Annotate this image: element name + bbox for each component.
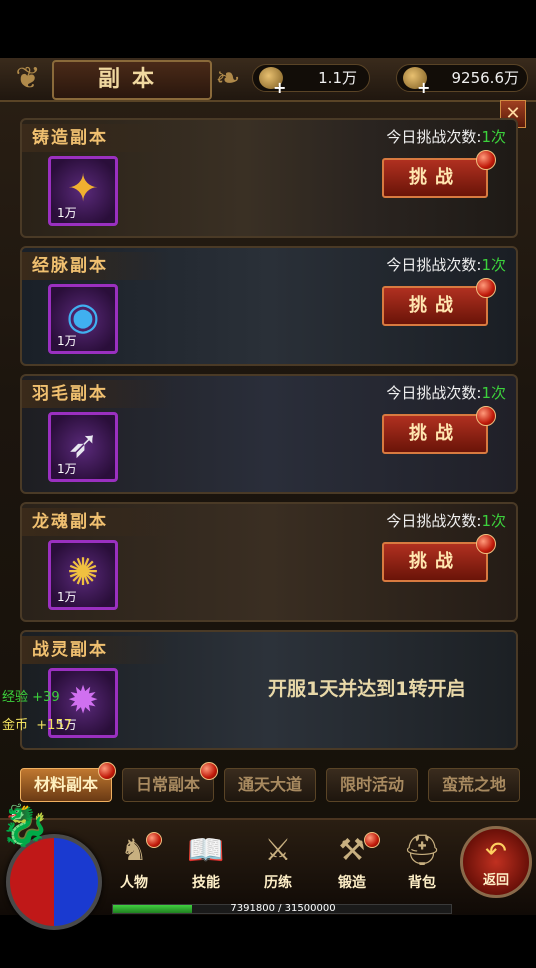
count-label: 今日挑战次数:: [386, 256, 482, 274]
exp-text: 7391800 / 31500000: [230, 903, 336, 914]
nav-character-button[interactable]: ♞ 人物: [104, 832, 164, 892]
nav-label: 历练: [264, 875, 292, 891]
count-label: 今日挑战次数:: [386, 128, 482, 146]
currency-coins[interactable]: + 1.1万: [252, 64, 370, 97]
challenge-count: 今日挑战次数:1次: [386, 382, 506, 403]
challenge-count: 今日挑战次数:1次: [386, 126, 506, 147]
backpack-icon: ⛑: [402, 833, 442, 868]
dungeon-card-war-spirit: 战灵副本 ✹ 1万 开服1天并达到1转开启: [20, 630, 518, 750]
dungeon-card-dragon-soul: 龙魂副本 ✺ 1万 今日挑战次数:1次 挑战: [20, 502, 518, 622]
ornament-left-icon: ❦: [15, 61, 41, 96]
tab-sky-road[interactable]: 通天大道: [224, 768, 316, 802]
notification-dot-icon: [146, 832, 162, 848]
item-qty: 1万: [57, 206, 77, 220]
notification-dot-icon: [476, 406, 496, 426]
tab-wilderness[interactable]: 蛮荒之地: [428, 768, 520, 802]
dungeon-card-casting: 铸造副本 ✦ 1万 今日挑战次数:1次 挑战: [20, 118, 518, 238]
challenge-button[interactable]: 挑战: [382, 158, 488, 198]
item-qty: 1万: [57, 590, 77, 604]
dungeon-card-meridian: 经脉副本 ◉ 1万 今日挑战次数:1次 挑战: [20, 246, 518, 366]
notification-dot-icon: [98, 762, 116, 780]
count-value: 1次: [481, 256, 506, 274]
challenge-button[interactable]: 挑战: [382, 286, 488, 326]
category-tabs: 材料副本 日常副本 通天大道 限时活动 蛮荒之地: [20, 762, 520, 804]
dungeon-name: 铸造副本: [22, 124, 172, 152]
notification-dot-icon: [364, 832, 380, 848]
dungeon-name: 龙魂副本: [22, 508, 172, 536]
exp-reward: 经验 +39: [2, 686, 60, 705]
reward-item[interactable]: ✦ 1万: [48, 156, 118, 226]
notification-dot-icon: [200, 762, 218, 780]
back-arrow-icon: ↶: [485, 837, 507, 867]
dungeon-name: 经脉副本: [22, 252, 172, 280]
nav-backpack-button[interactable]: ⛑ 背包: [392, 832, 452, 892]
reward-value: +157: [36, 718, 72, 733]
count-value: 1次: [481, 128, 506, 146]
page-title: 副本: [52, 60, 212, 100]
add-coins-icon[interactable]: +: [273, 75, 286, 101]
exp-bar: 7391800 / 31500000: [112, 903, 452, 914]
nav-forge-button[interactable]: ⚒ 锻造: [322, 832, 382, 892]
reward-item[interactable]: ◉ 1万: [48, 284, 118, 354]
item-qty: 1万: [57, 334, 77, 348]
bottom-bar: 🐉 ♞ 人物 📖 技能 ⚔ 历练 ⚒ 锻造 ⛑ 背包 ↶ 返回 7391800 …: [0, 806, 536, 930]
gold-value: 9256.6万: [451, 69, 520, 87]
back-label: 返回: [482, 873, 509, 888]
count-label: 今日挑战次数:: [386, 384, 482, 402]
count-label: 今日挑战次数:: [386, 512, 482, 530]
reward-label: 金币: [2, 718, 29, 733]
dungeon-card-feather: 羽毛副本 ➶ 1万 今日挑战次数:1次 挑战: [20, 374, 518, 494]
notification-dot-icon: [476, 278, 496, 298]
dungeon-list: 铸造副本 ✦ 1万 今日挑战次数:1次 挑战 经脉副本 ◉ 1万 今日挑战次数:…: [20, 118, 520, 758]
coins-value: 1.1万: [318, 69, 357, 87]
count-value: 1次: [481, 512, 506, 530]
reward-item[interactable]: ✺ 1万: [48, 540, 118, 610]
nav-skills-button[interactable]: 📖 技能: [176, 832, 236, 892]
ornament-right-icon: ❧: [215, 61, 241, 96]
dungeon-name: 战灵副本: [22, 636, 172, 664]
challenge-count: 今日挑战次数:1次: [386, 254, 506, 275]
nav-label: 技能: [192, 875, 220, 891]
nav-training-button[interactable]: ⚔ 历练: [248, 832, 308, 892]
add-gold-icon[interactable]: +: [417, 75, 430, 101]
count-value: 1次: [481, 384, 506, 402]
header: ❦ 副本 ❧ + 1.1万 + 9256.6万: [0, 58, 536, 102]
nav-label: 人物: [120, 875, 148, 891]
training-icon: ⚔: [264, 833, 292, 868]
back-button[interactable]: ↶ 返回: [460, 826, 532, 898]
dungeon-name: 羽毛副本: [22, 380, 172, 408]
challenge-button[interactable]: 挑战: [382, 414, 488, 454]
reward-label: 经验: [2, 690, 29, 705]
notification-dot-icon: [476, 534, 496, 554]
unlock-requirement: 开服1天并达到1转开启: [268, 678, 466, 700]
nav-label: 锻造: [338, 875, 366, 891]
tab-limited-event[interactable]: 限时活动: [326, 768, 418, 802]
nav-label: 背包: [408, 875, 436, 891]
currency-gold[interactable]: + 9256.6万: [396, 64, 528, 97]
dragon-ornament-icon: 🐉: [0, 803, 50, 849]
notification-dot-icon: [476, 150, 496, 170]
dungeon-panel: ❦ 副本 ❧ + 1.1万 + 9256.6万 ✕ 铸造副本 ✦ 1万 今日挑战…: [0, 58, 536, 930]
skill-book-icon: 📖: [187, 833, 225, 868]
item-qty: 1万: [57, 462, 77, 476]
challenge-button[interactable]: 挑战: [382, 542, 488, 582]
gold-reward: 金币 +157: [2, 714, 72, 733]
challenge-count: 今日挑战次数:1次: [386, 510, 506, 531]
reward-value: +39: [32, 690, 60, 705]
reward-item[interactable]: ➶ 1万: [48, 412, 118, 482]
